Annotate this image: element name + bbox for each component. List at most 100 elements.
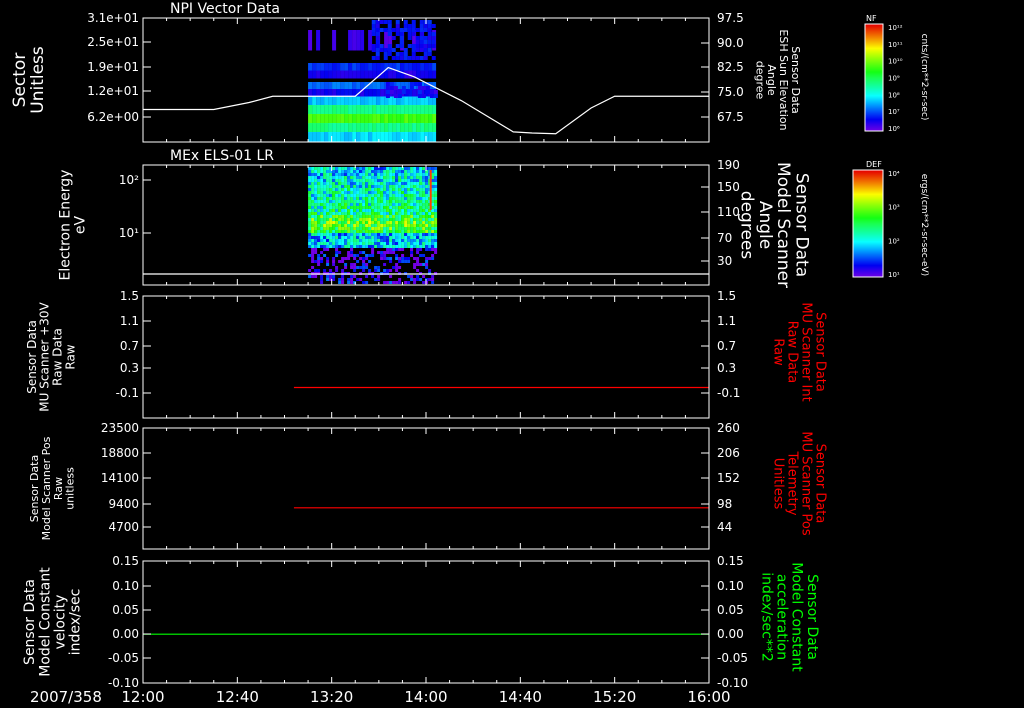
npi-cell: [316, 82, 321, 90]
els-cell: [326, 275, 330, 278]
els-cell: [317, 236, 321, 239]
npi-cell: [399, 36, 404, 40]
els-cell: [332, 215, 336, 218]
els-cell: [383, 200, 387, 203]
els-cell: [374, 269, 378, 272]
npi-cell: [352, 30, 357, 51]
els-cell: [407, 200, 411, 203]
els-cell: [323, 182, 327, 185]
els-cell: [359, 182, 363, 185]
els-cell: [341, 206, 345, 209]
els-cell: [407, 215, 411, 218]
npi-cell: [312, 82, 317, 90]
els-cell: [335, 254, 339, 257]
els-cell: [392, 236, 396, 239]
els-cell: [341, 182, 345, 185]
npi-cell: [399, 56, 404, 60]
npi-cell: [320, 96, 325, 106]
els-cell: [395, 206, 399, 209]
els-cell: [317, 191, 321, 194]
els-cell: [332, 194, 336, 197]
y-tick-label: 1.5: [120, 289, 139, 303]
els-cell: [395, 173, 399, 176]
els-cell: [389, 248, 393, 251]
els-cell: [434, 170, 438, 173]
npi-cell: [419, 24, 424, 28]
npi-cell: [376, 96, 381, 106]
npi-cell: [308, 82, 313, 90]
npi-cell: [411, 48, 416, 52]
els-cell: [335, 269, 339, 272]
els-cell: [401, 173, 405, 176]
els-cell: [353, 242, 357, 245]
els-cell: [413, 170, 417, 173]
npi-cell: [429, 90, 434, 94]
els-cell: [362, 179, 366, 182]
npi-cell: [308, 30, 313, 51]
npi-cell: [425, 86, 430, 90]
els-cell: [311, 209, 315, 212]
els-cell: [338, 194, 342, 197]
els-cell: [422, 182, 426, 185]
els-cell: [359, 278, 363, 281]
els-cell: [332, 227, 336, 230]
els-cell: [413, 197, 417, 200]
els-cell: [422, 200, 426, 203]
els-cell: [335, 185, 339, 188]
y-tick-label: 0.10: [112, 579, 139, 593]
els-cell: [377, 170, 381, 173]
els-cell: [356, 176, 360, 179]
npi-cell: [396, 105, 401, 115]
els-cell: [386, 245, 390, 248]
npi-cell: [427, 48, 432, 52]
els-cell: [413, 167, 417, 170]
els-cell: [404, 170, 408, 173]
els-cell: [404, 194, 408, 197]
els-cell: [362, 263, 366, 266]
els-cell: [335, 221, 339, 224]
npi-cell: [364, 70, 369, 79]
els-cell: [389, 275, 393, 278]
right-y-tick-label: 0.7: [717, 339, 736, 353]
els-cell: [425, 182, 429, 185]
els-cell: [329, 215, 333, 218]
els-cell: [434, 245, 438, 248]
els-cell: [374, 239, 378, 242]
els-cell: [335, 242, 339, 245]
els-cell: [323, 212, 327, 215]
npi-cell: [344, 89, 349, 97]
els-cell: [401, 209, 405, 212]
npi-cell: [384, 123, 389, 133]
els-cell: [332, 209, 336, 212]
els-cell: [359, 233, 363, 236]
npi-cell: [371, 28, 376, 32]
els-cell: [407, 188, 411, 191]
els-cell: [416, 182, 420, 185]
els-cell: [410, 275, 414, 278]
els-cell: [380, 212, 384, 215]
npi-cell: [428, 70, 433, 79]
els-cell: [314, 221, 318, 224]
npi-cell: [360, 96, 365, 106]
els-cell: [401, 242, 405, 245]
els-cell: [419, 176, 423, 179]
y-tick-label: 1.1: [120, 314, 139, 328]
els-cell: [356, 182, 360, 185]
els-cell: [347, 191, 351, 194]
els-cell: [410, 188, 414, 191]
els-cell: [317, 173, 321, 176]
els-cell: [314, 185, 318, 188]
colorbar-title: NF: [866, 14, 877, 23]
els-cell: [413, 182, 417, 185]
els-cell: [386, 194, 390, 197]
npi-cell: [392, 114, 397, 124]
els-cell: [335, 170, 339, 173]
npi-cell: [344, 96, 349, 106]
npi-cell: [419, 48, 424, 52]
els-cell: [308, 176, 312, 179]
els-cell: [407, 176, 411, 179]
npi-cell: [403, 56, 408, 60]
els-cell: [380, 182, 384, 185]
panel-3-right-ylabel: Sensor DataMU Scanner IntRaw DataRaw: [770, 302, 827, 401]
npi-cell: [348, 70, 353, 79]
